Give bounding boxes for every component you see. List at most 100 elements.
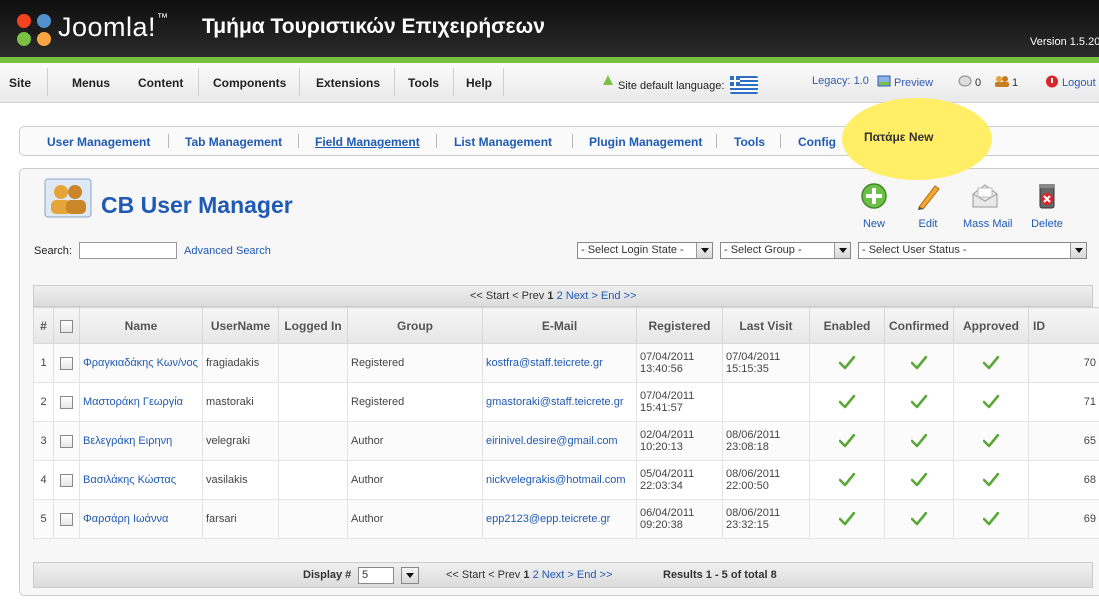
display-count-dropdown[interactable]	[401, 567, 419, 584]
row-checkbox[interactable]	[60, 356, 73, 370]
col-header-enabled[interactable]: Enabled	[809, 307, 885, 344]
page-start[interactable]: << Start	[446, 569, 485, 581]
confirmed-cell[interactable]	[884, 343, 954, 383]
submenu-tools[interactable]: Tools	[734, 135, 765, 149]
confirmed-cell[interactable]	[884, 460, 954, 500]
approved-cell[interactable]	[953, 343, 1029, 383]
approved-cell[interactable]	[953, 460, 1029, 500]
row-checkbox[interactable]	[60, 473, 73, 487]
legacy-status[interactable]: Legacy: 1.0	[812, 75, 869, 87]
page-start[interactable]: << Start	[470, 290, 509, 302]
group-value: - Select Group -	[724, 244, 802, 256]
submenu-config[interactable]: Config	[798, 135, 836, 149]
menu-extensions[interactable]: Extensions	[316, 76, 380, 90]
username-cell: mastoraki	[202, 382, 279, 422]
add-icon	[861, 183, 887, 209]
pencil-icon	[918, 185, 940, 210]
check-icon	[911, 434, 927, 448]
col-header-group[interactable]: Group	[347, 307, 483, 344]
col-header-id[interactable]: ID	[1028, 307, 1099, 344]
name-cell: Μαστοράκη Γεωργία	[79, 382, 203, 422]
user-name-link[interactable]: Μαστοράκη Γεωργία	[83, 396, 183, 408]
menu-tools[interactable]: Tools	[408, 76, 439, 90]
confirmed-cell[interactable]	[884, 382, 954, 422]
col-header-confirmed[interactable]: Confirmed	[884, 307, 954, 344]
user-name-link[interactable]: Βελεγράκη Ειρηνη	[83, 435, 172, 447]
logout-link[interactable]: Logout	[1045, 75, 1096, 89]
menu-site[interactable]: Site	[9, 76, 31, 90]
registered-date: 07/04/2011	[640, 390, 695, 402]
user-name-link[interactable]: Φαρσάρη Ιωάννα	[83, 513, 168, 525]
menu-menus[interactable]: Menus	[72, 76, 110, 90]
search-label: Search:	[34, 245, 72, 257]
col-header-username[interactable]: UserName	[202, 307, 279, 344]
email-link[interactable]: gmastoraki@staff.teicrete.gr	[486, 396, 624, 408]
page-next-link[interactable]: Next >	[542, 569, 574, 581]
col-header-last-visit[interactable]: Last Visit	[722, 307, 810, 344]
select-all-checkbox[interactable]	[60, 319, 73, 333]
mass-mail-button[interactable]: Mass Mail	[963, 178, 1013, 232]
advanced-search-link[interactable]: Advanced Search	[184, 245, 271, 257]
email-cell: eirinivel.desire@gmail.com	[482, 421, 637, 461]
menu-content[interactable]: Content	[138, 76, 183, 90]
new-button[interactable]: New	[852, 178, 896, 232]
user-status-select[interactable]: - Select User Status -	[858, 242, 1087, 259]
email-link[interactable]: kostfra@staff.teicrete.gr	[486, 357, 603, 369]
group-cell: Registered	[347, 382, 483, 422]
enabled-cell[interactable]	[809, 421, 885, 461]
enabled-cell[interactable]	[809, 382, 885, 422]
preview-link[interactable]: Preview	[877, 75, 933, 89]
check-icon	[983, 395, 999, 409]
email-link[interactable]: nickvelegrakis@hotmail.com	[486, 474, 626, 486]
menu-components[interactable]: Components	[213, 76, 286, 90]
submenu-tab-management[interactable]: Tab Management	[185, 135, 282, 149]
delete-button[interactable]: Delete	[1025, 178, 1069, 232]
page-prev[interactable]: < Prev	[488, 569, 520, 581]
approved-cell[interactable]	[953, 421, 1029, 461]
page-next-link[interactable]: Next >	[566, 290, 598, 302]
page-2-link[interactable]: 2	[533, 569, 539, 581]
search-input[interactable]	[79, 242, 177, 259]
submenu-user-management[interactable]: User Management	[47, 135, 150, 149]
submenu-list-management[interactable]: List Management	[454, 135, 552, 149]
page-end-link[interactable]: End >>	[577, 569, 612, 581]
user-name-link[interactable]: Φραγκιαδάκης Κων/νος	[83, 357, 198, 369]
edit-button[interactable]: Edit	[906, 178, 950, 232]
page-prev[interactable]: < Prev	[512, 290, 544, 302]
col-header-registered[interactable]: Registered	[636, 307, 723, 344]
enabled-cell[interactable]	[809, 343, 885, 383]
col-header-email[interactable]: E-Mail	[482, 307, 637, 344]
confirmed-cell[interactable]	[884, 421, 954, 461]
email-link[interactable]: eirinivel.desire@gmail.com	[486, 435, 618, 447]
approved-cell[interactable]	[953, 382, 1029, 422]
id-cell: 69	[1028, 499, 1099, 539]
row-checkbox[interactable]	[60, 395, 73, 409]
table-row: 1 Φραγκιαδάκης Κων/νος fragiadakis Register…	[33, 343, 1099, 383]
row-checkbox[interactable]	[60, 434, 73, 448]
page-2-link[interactable]: 2	[557, 290, 563, 302]
confirmed-cell[interactable]	[884, 499, 954, 539]
email-link[interactable]: epp2123@epp.teicrete.gr	[486, 513, 610, 525]
col-header-approved[interactable]: Approved	[953, 307, 1029, 344]
approved-cell[interactable]	[953, 499, 1029, 539]
messages-count[interactable]: 0	[958, 75, 981, 89]
row-number: 4	[33, 460, 54, 500]
email-cell: kostfra@staff.teicrete.gr	[482, 343, 637, 383]
enabled-cell[interactable]	[809, 499, 885, 539]
col-header-name[interactable]: Name	[79, 307, 203, 344]
login-state-select[interactable]: - Select Login State -	[577, 242, 713, 259]
logged-in-cell	[278, 343, 348, 383]
users-online-count[interactable]: 1	[995, 75, 1018, 89]
menu-help[interactable]: Help	[466, 76, 492, 90]
display-count-select[interactable]: 5	[358, 567, 394, 584]
page-end-link[interactable]: End >>	[601, 290, 636, 302]
registered-date: 05/04/2011	[640, 468, 695, 480]
submenu-plugin-management[interactable]: Plugin Management	[589, 135, 702, 149]
submenu-field-management[interactable]: Field Management	[315, 135, 420, 149]
row-number: 1	[33, 343, 54, 383]
user-name-link[interactable]: Βασιλάκης Κώστας	[83, 474, 176, 486]
enabled-cell[interactable]	[809, 460, 885, 500]
last-visit-cell: 07/04/2011 15:15:35	[722, 343, 810, 383]
row-checkbox[interactable]	[60, 512, 73, 526]
group-select[interactable]: - Select Group -	[720, 242, 851, 259]
